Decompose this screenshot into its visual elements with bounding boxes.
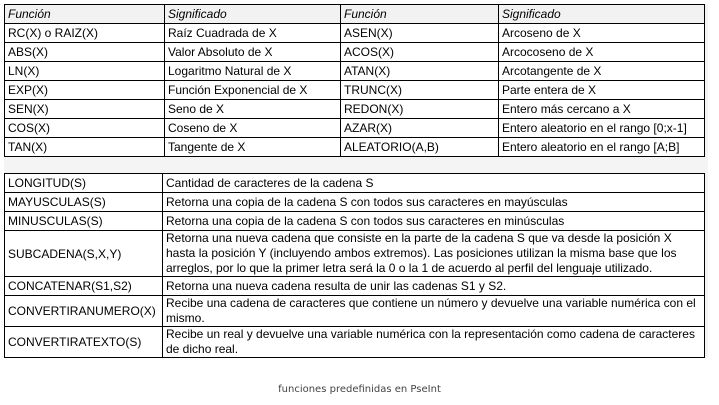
string-functions-table: LONGITUD(S) Cantidad de caracteres de la… <box>4 173 705 358</box>
table-row: LONGITUD(S) Cantidad de caracteres de la… <box>4 173 705 193</box>
table-row: MAYUSCULAS(S) Retorna una copia de la ca… <box>4 192 705 212</box>
math-functions-table: Función Significado Función Significado … <box>4 4 705 157</box>
table-row: LN(X) Logaritmo Natural de X ATAN(X) Arc… <box>4 61 705 81</box>
function-meaning: Arcoseno de X <box>498 23 705 43</box>
function-name: MINUSCULAS(S) <box>4 211 163 231</box>
function-name: LONGITUD(S) <box>4 173 163 193</box>
function-meaning: Tangente de X <box>164 137 341 157</box>
function-description: Retorna una copia de la cadena S con tod… <box>162 192 705 212</box>
function-name: TRUNC(X) <box>340 80 499 100</box>
header-meaning-2: Significado <box>498 4 705 24</box>
function-name: SUBCADENA(S,X,Y) <box>4 230 163 277</box>
table-row: COS(X) Coseno de X AZAR(X) Entero aleato… <box>4 118 705 138</box>
header-function-2: Función <box>340 4 499 24</box>
function-meaning: Seno de X <box>164 99 341 119</box>
functions-figure: Función Significado Función Significado … <box>4 4 708 358</box>
table-row: TAN(X) Tangente de X ALEATORIO(A,B) Ente… <box>4 137 705 157</box>
table-row: CONVERTIRANUMERO(X) Recibe una cadena de… <box>4 295 705 327</box>
function-name: RC(X) o RAIZ(X) <box>4 23 165 43</box>
table-row: RC(X) o RAIZ(X) Raíz Cuadrada de X ASEN(… <box>4 23 705 43</box>
function-name: LN(X) <box>4 61 165 81</box>
function-meaning: Arcotangente de X <box>498 61 705 81</box>
table-row: ABS(X) Valor Absoluto de X ACOS(X) Arcoc… <box>4 42 705 62</box>
table-row: SEN(X) Seno de X REDON(X) Entero más cer… <box>4 99 705 119</box>
function-name: ACOS(X) <box>340 42 499 62</box>
function-meaning: Arcocoseno de X <box>498 42 705 62</box>
function-meaning: Logaritmo Natural de X <box>164 61 341 81</box>
function-name: REDON(X) <box>340 99 499 119</box>
function-name: COS(X) <box>4 118 165 138</box>
function-description: Recibe una cadena de caracteres que cont… <box>162 295 705 327</box>
table-spacer <box>4 157 708 173</box>
header-function-1: Función <box>4 4 165 24</box>
function-name: CONVERTIRANUMERO(X) <box>4 295 163 327</box>
function-meaning: Función Exponencial de X <box>164 80 341 100</box>
function-meaning: Parte entera de X <box>498 80 705 100</box>
table-row: EXP(X) Función Exponencial de X TRUNC(X)… <box>4 80 705 100</box>
table-header-row: Función Significado Función Significado <box>4 4 705 24</box>
function-name: EXP(X) <box>4 80 165 100</box>
function-meaning: Raíz Cuadrada de X <box>164 23 341 43</box>
function-name: ASEN(X) <box>340 23 499 43</box>
function-name: ALEATORIO(A,B) <box>340 137 499 157</box>
function-name: ABS(X) <box>4 42 165 62</box>
function-description: Recibe un real y devuelve una variable n… <box>162 326 705 358</box>
function-meaning: Entero aleatorio en el rango [0;x-1] <box>498 118 705 138</box>
function-name: AZAR(X) <box>340 118 499 138</box>
table-row: CONVERTIRATEXTO(S) Recibe un real y devu… <box>4 326 705 358</box>
function-name: CONCATENAR(S1,S2) <box>4 276 163 296</box>
function-meaning: Entero más cercano a X <box>498 99 705 119</box>
figure-caption: funciones predefinidas en PseInt <box>278 384 441 395</box>
function-description: Retorna una nueva cadena resulta de unir… <box>162 276 705 296</box>
table-row: MINUSCULAS(S) Retorna una copia de la ca… <box>4 211 705 231</box>
function-description: Retorna una nueva cadena que consiste en… <box>162 230 705 277</box>
function-name: ATAN(X) <box>340 61 499 81</box>
function-description: Retorna una copia de la cadena S con tod… <box>162 211 705 231</box>
function-name: TAN(X) <box>4 137 165 157</box>
function-name: MAYUSCULAS(S) <box>4 192 163 212</box>
header-meaning-1: Significado <box>164 4 341 24</box>
function-meaning: Valor Absoluto de X <box>164 42 341 62</box>
function-meaning: Entero aleatorio en el rango [A;B] <box>498 137 705 157</box>
table-row: CONCATENAR(S1,S2) Retorna una nueva cade… <box>4 276 705 296</box>
function-name: SEN(X) <box>4 99 165 119</box>
function-description: Cantidad de caracteres de la cadena S <box>162 173 705 193</box>
function-meaning: Coseno de X <box>164 118 341 138</box>
function-name: CONVERTIRATEXTO(S) <box>4 326 163 358</box>
table-row: SUBCADENA(S,X,Y) Retorna una nueva caden… <box>4 230 705 277</box>
